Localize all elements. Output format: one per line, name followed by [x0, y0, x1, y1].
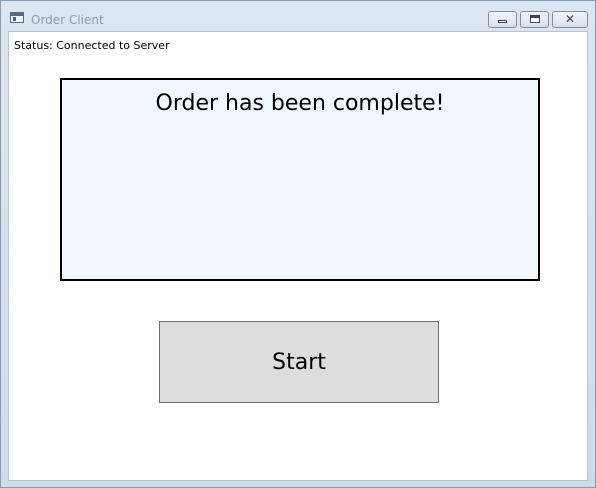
client-area: Status: Connected to Server Order has be…: [8, 31, 588, 481]
minimize-button[interactable]: [488, 11, 517, 28]
status-text: Status: Connected to Server: [14, 39, 170, 52]
close-button[interactable]: ✕: [552, 11, 588, 28]
close-icon: ✕: [564, 12, 576, 26]
window-title: Order Client: [31, 13, 104, 27]
maximize-icon: [530, 15, 540, 23]
app-icon-detail: [13, 17, 16, 21]
order-client-window: Order Client ✕ Status: Connected to Serv…: [0, 0, 596, 488]
order-message-panel: Order has been complete!: [60, 78, 540, 281]
title-bar[interactable]: Order Client ✕: [1, 1, 595, 31]
order-message-text: Order has been complete!: [155, 91, 445, 116]
maximize-button[interactable]: [520, 11, 549, 28]
app-icon-titlebar: [11, 13, 23, 16]
app-window-icon: [10, 12, 24, 23]
minimize-icon: [498, 20, 507, 23]
start-button[interactable]: Start: [159, 321, 439, 403]
